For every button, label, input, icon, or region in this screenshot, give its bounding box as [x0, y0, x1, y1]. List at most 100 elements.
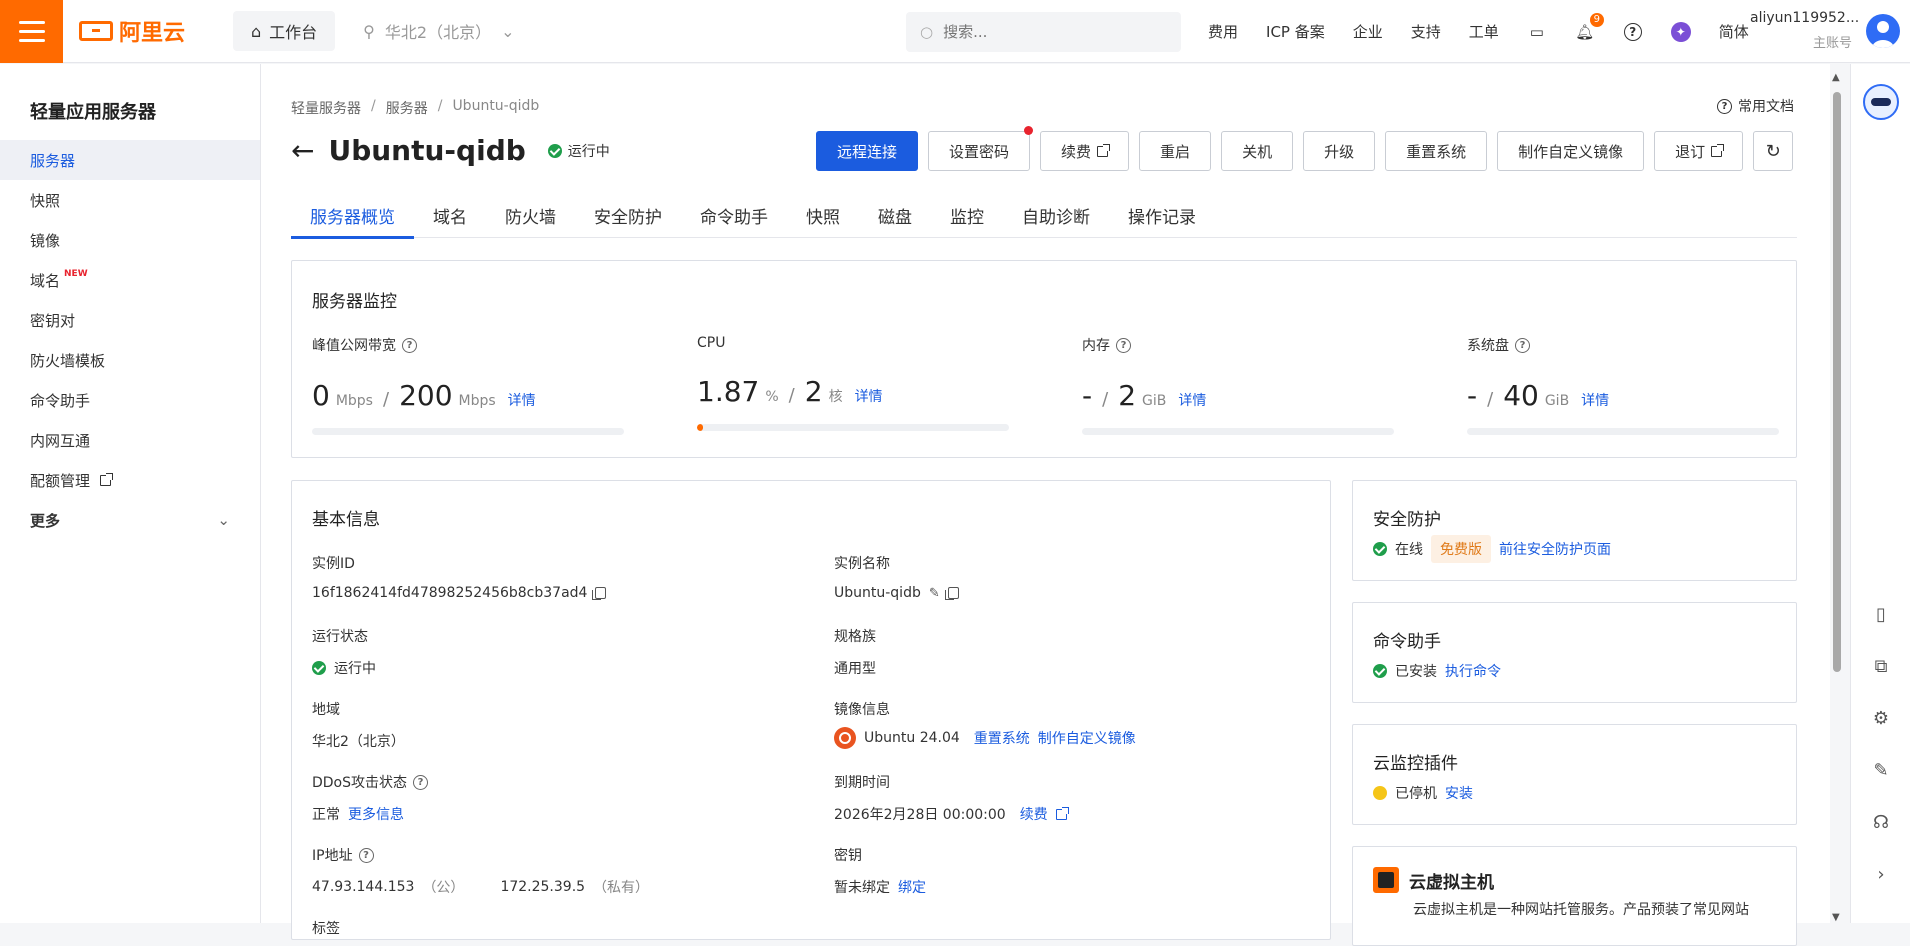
copy-icon[interactable] [944, 587, 959, 600]
field-value: 2026年2月28日 00:00:00 [834, 807, 1006, 823]
refresh-button[interactable]: ↻ [1753, 131, 1794, 171]
refund-button[interactable]: 退订 [1654, 131, 1744, 171]
sidebar-item-domains[interactable]: 域名 NEW [0, 260, 260, 300]
sidebar-item-firewall-templates[interactable]: 防火墙模板 [0, 340, 260, 380]
tab-firewall[interactable]: 防火墙 [486, 192, 575, 238]
search-input[interactable] [943, 23, 1144, 41]
run-command-link[interactable]: 执行命令 [1445, 661, 1501, 681]
more-info-link[interactable]: 更多信息 [348, 804, 404, 824]
bind-key-link[interactable]: 绑定 [898, 877, 926, 897]
field-label: IP地址 [312, 848, 353, 864]
card-title: 基本信息 [312, 510, 380, 530]
metric-unit: GiB [1142, 393, 1167, 409]
global-search[interactable]: ○ [906, 12, 1181, 52]
scroll-up-icon[interactable]: ▲ [1832, 72, 1840, 83]
breadcrumb-servers[interactable]: 服务器 [386, 98, 428, 118]
check-circle-icon [1373, 664, 1387, 678]
restart-button[interactable]: 重启 [1139, 131, 1212, 171]
renew-button[interactable]: 续费 [1040, 131, 1130, 171]
create-custom-image-link[interactable]: 制作自定义镜像 [1038, 728, 1136, 748]
docs-link[interactable]: ? 常用文档 [1717, 96, 1794, 116]
help-circle-icon[interactable]: ? [402, 337, 417, 353]
tab-monitoring[interactable]: 监控 [931, 192, 1003, 238]
field-value: Ubuntu-qidb [834, 585, 921, 601]
renew-link[interactable]: 续费 [1020, 804, 1048, 824]
aliyun-logo[interactable]: 阿里云 [79, 15, 199, 47]
document-icon[interactable]: ▯ [1871, 604, 1891, 625]
nav-enterprise[interactable]: 企业 [1353, 21, 1383, 42]
nav-icp[interactable]: ICP 备案 [1266, 21, 1325, 42]
nav-tickets[interactable]: 工单 [1469, 21, 1499, 42]
tab-command-assistant[interactable]: 命令助手 [681, 192, 787, 238]
sidebar-item-command-assistant[interactable]: 命令助手 [0, 380, 260, 420]
terminal-icon[interactable]: ▭ [1527, 22, 1547, 42]
metric-detail-link[interactable]: 详情 [855, 386, 883, 406]
reset-system-button[interactable]: 重置系统 [1385, 131, 1488, 171]
tab-security[interactable]: 安全防护 [575, 192, 681, 238]
tab-disks[interactable]: 磁盘 [859, 192, 931, 238]
ai-assistant-icon[interactable]: ✦ [1670, 21, 1691, 42]
help-circle-icon[interactable]: ? [1116, 337, 1131, 353]
set-password-button[interactable]: 设置密码 [928, 126, 1034, 171]
user-info[interactable]: aliyun119952... 主账号 [1750, 10, 1859, 51]
remote-connect-button[interactable]: 远程连接 [816, 131, 919, 171]
check-circle-icon [1373, 542, 1387, 556]
scroll-down-icon[interactable]: ▼ [1832, 912, 1840, 923]
account-role: 主账号 [1812, 36, 1852, 51]
reset-system-link[interactable]: 重置系统 [974, 728, 1030, 748]
field-value: 华北2（北京） [312, 734, 405, 750]
sidebar-item-label: 快照 [30, 191, 61, 210]
metric-detail-link[interactable]: 详情 [508, 390, 536, 410]
assistant-bot-icon[interactable] [1863, 84, 1899, 120]
tab-snapshots[interactable]: 快照 [787, 192, 859, 238]
help-circle-icon[interactable]: ? [358, 847, 374, 863]
sidebar-item-label: 镜像 [30, 231, 61, 250]
metric-detail-link[interactable]: 详情 [1581, 390, 1609, 410]
public-ip-tag: （公） [422, 880, 465, 896]
sidebar-item-label: 配额管理 [30, 471, 91, 490]
gear-icon[interactable]: ⚙︎ [1871, 708, 1891, 729]
back-arrow-icon[interactable]: ← [291, 136, 314, 165]
tab-overview[interactable]: 服务器概览 [291, 192, 414, 239]
help-circle-icon[interactable]: ? [1515, 337, 1530, 353]
help-icon[interactable]: ? [1623, 22, 1643, 42]
nav-support[interactable]: 支持 [1411, 21, 1441, 42]
code-icon[interactable]: ⧉ [1871, 656, 1891, 677]
sidebar-item-snapshots[interactable]: 快照 [0, 180, 260, 220]
nav-fees[interactable]: 费用 [1208, 21, 1238, 42]
sidebar-item-keypairs[interactable]: 密钥对 [0, 300, 260, 340]
hamburger-menu-icon[interactable] [0, 0, 63, 63]
feedback-edit-icon[interactable]: ✎ [1871, 760, 1891, 781]
copy-icon[interactable] [592, 587, 607, 600]
sidebar-more[interactable]: 更多 ⌄ [0, 500, 260, 540]
breadcrumb-lighthouse[interactable]: 轻量服务器 [291, 98, 361, 118]
sidebar-item-quota[interactable]: 配额管理 [0, 460, 260, 500]
tab-operation-log[interactable]: 操作记录 [1109, 192, 1215, 238]
sidebar-item-intranet[interactable]: 内网互通 [0, 420, 260, 460]
scrollbar-thumb[interactable] [1833, 92, 1841, 672]
workbench-button[interactable]: ⌂ 工作台 [233, 11, 336, 51]
create-custom-image-button[interactable]: 制作自定义镜像 [1497, 131, 1645, 171]
chevron-right-icon[interactable]: › [1871, 864, 1891, 885]
main-scrollbar[interactable]: ▲ ▼ [1830, 72, 1844, 923]
avatar[interactable] [1866, 14, 1900, 48]
headset-icon[interactable]: ☊ [1871, 812, 1891, 833]
tab-domains[interactable]: 域名 [414, 192, 486, 238]
edit-icon[interactable]: ✎ [929, 586, 940, 601]
shutdown-button[interactable]: 关机 [1221, 131, 1294, 171]
install-link[interactable]: 安装 [1445, 783, 1473, 803]
region-selector[interactable]: ⚲ 华北2（北京） ⌄ [363, 19, 514, 43]
security-page-link[interactable]: 前往安全防护页面 [1499, 539, 1611, 559]
sidebar-item-images[interactable]: 镜像 [0, 220, 260, 260]
sidebar-item-servers[interactable]: 服务器 [0, 140, 260, 180]
metric-detail-link[interactable]: 详情 [1178, 390, 1206, 410]
tab-self-diagnosis[interactable]: 自助诊断 [1003, 192, 1109, 238]
main-content: 轻量服务器 / 服务器 / Ubuntu-qidb ? 常用文档 ← Ubuntu… [261, 64, 1830, 946]
server-monitor-card: 服务器监控 峰值公网带宽? 0 Mbps / 200 Mbps 详情 CPU 1… [291, 260, 1797, 458]
chevron-down-icon: ⌄ [501, 21, 515, 41]
upgrade-button[interactable]: 升级 [1303, 131, 1376, 171]
help-circle-icon[interactable]: ? [413, 774, 429, 790]
metric-progress-fill [697, 424, 703, 431]
bell-icon[interactable]: 🔔︎ 9 [1575, 12, 1604, 42]
language-switch[interactable]: 简体 [1719, 21, 1749, 42]
